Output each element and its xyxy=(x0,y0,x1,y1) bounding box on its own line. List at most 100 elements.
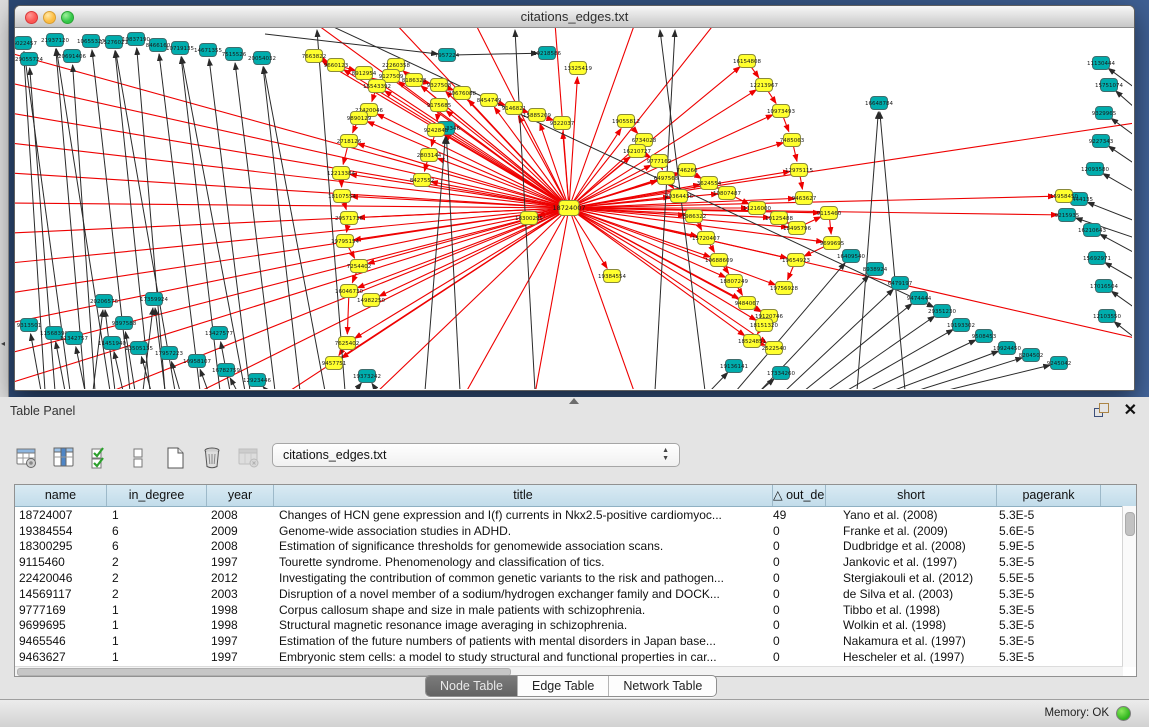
create-table-button[interactable] xyxy=(162,445,188,471)
network-node[interactable]: 9313501 xyxy=(17,319,42,332)
network-node[interactable]: 12213967 xyxy=(750,79,778,92)
network-node[interactable]: 10193302 xyxy=(947,319,975,332)
network-node[interactable]: 11130444 xyxy=(1087,57,1115,70)
network-window-titlebar[interactable]: citations_edges.txt xyxy=(15,6,1134,28)
network-node[interactable]: 7957224 xyxy=(435,49,460,62)
tab-network-table[interactable]: Network Table xyxy=(609,676,716,696)
network-node[interactable]: 12923446 xyxy=(243,374,271,387)
network-node[interactable]: 16022457 xyxy=(15,37,37,50)
network-node[interactable]: 19384554 xyxy=(598,270,626,283)
table-row[interactable]: 1456911722003Disruption of a novel membe… xyxy=(15,586,1136,602)
network-node[interactable]: 29055724 xyxy=(15,53,43,66)
network-node[interactable]: 15751074 xyxy=(1095,79,1123,92)
network-node[interactable]: 9508453 xyxy=(972,330,997,343)
network-node[interactable]: 12213384 xyxy=(327,167,355,180)
column-header-in_degree[interactable]: in_degree xyxy=(107,485,207,506)
network-node[interactable]: 15692971 xyxy=(1083,252,1111,265)
vertical-scrollbar[interactable] xyxy=(1122,506,1136,667)
network-node[interactable]: 19055812 xyxy=(612,115,640,128)
destroy-table-button[interactable] xyxy=(236,445,262,471)
tab-node-table[interactable]: Node Table xyxy=(426,676,518,696)
network-node[interactable]: 9660123 xyxy=(324,59,349,72)
network-node[interactable]: 20054032 xyxy=(248,52,276,65)
table-select-dropdown[interactable]: citations_edges.txt ▲▼ xyxy=(272,443,680,467)
close-panel-icon[interactable]: ✕ xyxy=(1124,400,1137,420)
network-node[interactable]: 19795154 xyxy=(331,235,359,248)
table-row[interactable]: 911546021997Tourette syndrome. Phenomeno… xyxy=(15,554,1136,570)
network-node[interactable]: 8454749 xyxy=(477,94,502,107)
network-node[interactable]: 7485063 xyxy=(780,134,805,147)
column-header-pagerank[interactable]: pagerank xyxy=(997,485,1101,506)
network-node[interactable]: 16648784 xyxy=(865,97,893,110)
table-row[interactable]: 977716911998Corpus callosum shape and si… xyxy=(15,602,1136,618)
network-node[interactable]: 18107554 xyxy=(328,190,356,203)
network-node[interactable]: 10958107 xyxy=(183,355,211,368)
network-node[interactable]: 17016504 xyxy=(1090,280,1118,293)
network-canvas[interactable]: 1602245729055724219371202069140610655327… xyxy=(15,28,1132,389)
network-node[interactable]: 12093580 xyxy=(1081,163,1109,176)
network-node[interactable]: 12103550 xyxy=(1093,310,1121,323)
network-node[interactable]: 16782759 xyxy=(212,364,240,377)
vertical-scrollbar-thumb[interactable] xyxy=(1125,512,1135,536)
network-node[interactable]: 21937120 xyxy=(41,34,69,47)
network-node[interactable]: 10719135 xyxy=(166,42,194,55)
network-node[interactable]: 8938924 xyxy=(863,263,888,276)
network-node[interactable]: 9245042 xyxy=(1047,357,1072,370)
table-row[interactable]: 1938455462009Genome-wide association stu… xyxy=(15,523,1136,539)
network-node[interactable]: 7254402 xyxy=(347,260,372,273)
table-settings-button[interactable] xyxy=(14,445,40,471)
network-node[interactable]: 17957223 xyxy=(155,347,183,360)
network-node[interactable]: 17359924 xyxy=(140,293,168,306)
network-node[interactable]: 8427552 xyxy=(410,174,435,187)
network-node[interactable]: 19136141 xyxy=(720,360,748,373)
table-row[interactable]: 2242004622012Investigating the contribut… xyxy=(15,570,1136,586)
network-node[interactable]: 9115460 xyxy=(817,207,842,220)
column-header-title[interactable]: title xyxy=(274,485,773,506)
table-row[interactable]: 946554611997Estimation of the future num… xyxy=(15,633,1136,649)
float-panel-icon[interactable] xyxy=(1094,403,1109,417)
column-header-short[interactable]: short xyxy=(826,485,997,506)
network-node[interactable]: 15885209 xyxy=(523,109,551,122)
network-node[interactable]: 16409540 xyxy=(837,250,865,263)
network-node[interactable]: 10924450 xyxy=(993,342,1021,355)
column-header-year[interactable]: year xyxy=(207,485,274,506)
tab-edge-table[interactable]: Edge Table xyxy=(518,676,609,696)
network-node[interactable]: 9397588 xyxy=(112,317,137,330)
column-header-out_degree[interactable]: △ out_de... xyxy=(773,485,826,506)
network-node[interactable]: 19756928 xyxy=(770,282,798,295)
network-node[interactable]: 16210643 xyxy=(1078,224,1106,237)
show-columns-button[interactable] xyxy=(51,445,77,471)
network-node[interactable]: 9215935 xyxy=(1055,209,1080,222)
network-node[interactable]: 6479197 xyxy=(888,277,913,290)
column-header-name[interactable]: name xyxy=(15,485,107,506)
network-node[interactable]: 17334260 xyxy=(767,367,795,380)
network-node[interactable]: 14671355 xyxy=(194,44,222,57)
network-node[interactable]: 2522540 xyxy=(762,342,787,355)
deselect-all-button[interactable] xyxy=(125,445,151,471)
delete-table-button[interactable] xyxy=(199,445,225,471)
network-node[interactable]: 9322037 xyxy=(550,117,575,130)
network-node[interactable]: 10688609 xyxy=(705,254,733,267)
network-node[interactable]: 7625402 xyxy=(335,337,360,350)
network-node[interactable]: 20691406 xyxy=(58,50,86,63)
select-all-button[interactable] xyxy=(88,445,114,471)
network-node[interactable]: 9457751 xyxy=(322,357,347,370)
network-node[interactable]: 9227343 xyxy=(1089,135,1114,148)
table-row[interactable]: 946362711997Embryonic stem cells: a mode… xyxy=(15,649,1136,665)
left-split-strip[interactable]: ◂ xyxy=(0,0,9,397)
network-node[interactable]: 2803144 xyxy=(417,149,442,162)
network-node[interactable]: 9329965 xyxy=(1092,107,1117,120)
network-node[interactable]: 16046730 xyxy=(335,285,363,298)
network-node[interactable]: 7515526 xyxy=(222,48,247,61)
network-node[interactable]: 13427577 xyxy=(205,327,233,340)
table-row[interactable]: 1830029562008Estimation of significance … xyxy=(15,539,1136,555)
network-node[interactable]: 16154808 xyxy=(733,55,761,68)
network-node[interactable]: 7663822 xyxy=(302,50,327,63)
table-row[interactable]: 969969511998Structural magnetic resonanc… xyxy=(15,618,1136,634)
network-node[interactable]: 19373242 xyxy=(353,370,381,383)
network-node[interactable]: 15720407 xyxy=(692,232,720,245)
network-node[interactable]: 8204502 xyxy=(1019,349,1044,362)
network-node[interactable]: 13325419 xyxy=(564,62,592,75)
network-node[interactable]: 9699695 xyxy=(820,237,845,250)
network-node[interactable]: 9484067 xyxy=(735,297,760,310)
